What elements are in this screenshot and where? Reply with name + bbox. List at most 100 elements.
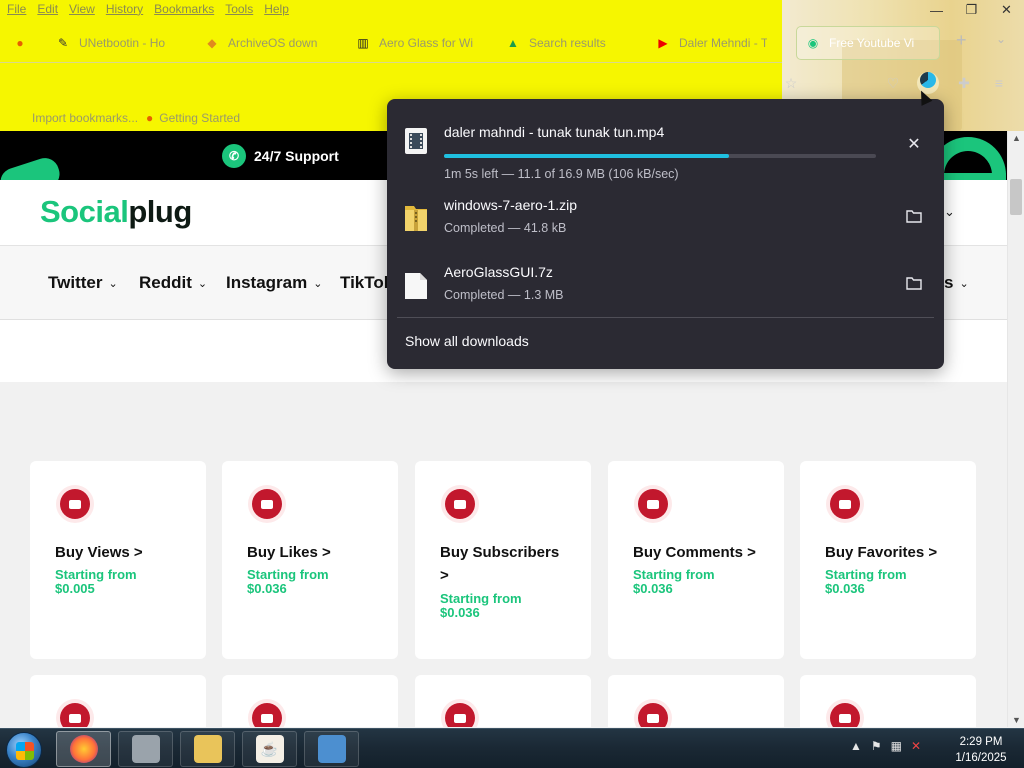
card-title: Buy Favorites > bbox=[825, 544, 938, 561]
download-filename: daler mahndi - tunak tunak tun.mp4 bbox=[444, 124, 665, 140]
nav-label: Instagram bbox=[226, 273, 308, 292]
progress-fill bbox=[444, 154, 730, 158]
bookmark-getting-started[interactable]: ● Getting Started bbox=[146, 111, 240, 125]
service-card-partial[interactable] bbox=[222, 675, 398, 727]
card-starting-label: Starting from bbox=[440, 591, 522, 606]
volume-muted-icon[interactable]: ✕ bbox=[911, 739, 921, 753]
start-button[interactable] bbox=[6, 732, 42, 768]
youtube-icon bbox=[830, 489, 860, 519]
menu-file[interactable]: File bbox=[7, 2, 26, 20]
show-all-downloads-button[interactable]: Show all downloads bbox=[405, 333, 529, 349]
page-scrollbar[interactable]: ▲ ▼ bbox=[1007, 131, 1024, 727]
download-item-mp4[interactable]: daler mahndi - tunak tunak tun.mp4 1m 5s… bbox=[387, 111, 944, 181]
download-progress-bar bbox=[444, 154, 876, 158]
taskbar-remote-desktop[interactable] bbox=[304, 731, 359, 767]
archiveos-icon: ◆ bbox=[207, 36, 217, 50]
card-title: Buy Comments > bbox=[633, 544, 756, 561]
folder-icon bbox=[906, 277, 922, 290]
card-price: $0.036 bbox=[247, 581, 287, 596]
pocket-icon[interactable]: ♡ bbox=[882, 72, 904, 94]
site-logo[interactable]: Socialplug bbox=[40, 194, 192, 230]
taskbar-java[interactable]: ☕ bbox=[242, 731, 297, 767]
java-icon: ☕ bbox=[255, 735, 284, 763]
downloads-panel: daler mahndi - tunak tunak tun.mp4 1m 5s… bbox=[387, 99, 944, 369]
service-card-favorites[interactable]: Buy Favorites > Starting from $0.036 bbox=[800, 461, 976, 659]
taskbar-firefox[interactable] bbox=[56, 731, 111, 767]
bookmark-label: Import bookmarks... bbox=[32, 111, 139, 125]
service-card-subscribers[interactable]: Buy Subscribers > Starting from $0.036 bbox=[415, 461, 591, 659]
extensions-icon[interactable]: ✚ bbox=[953, 72, 975, 94]
show-hidden-icons-icon[interactable]: ▲ bbox=[850, 739, 862, 753]
nav-label: Reddit bbox=[139, 273, 192, 292]
menu-bookmarks[interactable]: Bookmarks bbox=[154, 2, 214, 20]
clock-date: 1/16/2025 bbox=[955, 752, 1007, 764]
youtube-icon bbox=[60, 489, 90, 519]
scroll-down-arrow-icon[interactable]: ▼ bbox=[1012, 715, 1021, 725]
support-link[interactable]: ✆ 24/7 Support bbox=[222, 144, 339, 168]
download-progress-icon bbox=[920, 72, 936, 88]
menu-tools[interactable]: Tools bbox=[225, 2, 253, 20]
card-title: Buy Subscribers > bbox=[440, 544, 560, 584]
youtube-icon bbox=[638, 489, 668, 519]
download-item-zip[interactable]: windows-7-aero-1.zip Completed — 41.8 kB bbox=[387, 187, 944, 253]
download-status: 1m 5s left — 11.1 of 16.9 MB (106 kB/sec… bbox=[444, 167, 679, 181]
nav-twitter[interactable]: Twitter ⌄ bbox=[48, 273, 118, 293]
chevron-down-icon[interactable]: ⌄ bbox=[944, 204, 955, 220]
open-folder-button[interactable] bbox=[901, 270, 927, 296]
restore-button[interactable]: ❐ bbox=[954, 0, 989, 20]
hamburger-menu-icon[interactable]: ≡ bbox=[988, 72, 1010, 94]
tab-strip: ● ✎ UNetbootin - Ho ◆ ArchiveOS down ▥ A… bbox=[0, 26, 1024, 62]
nav-reddit[interactable]: Reddit ⌄ bbox=[139, 273, 207, 293]
service-card-partial[interactable] bbox=[608, 675, 784, 727]
card-starting-label: Starting from bbox=[633, 567, 715, 582]
nav-label: Twitter bbox=[48, 273, 103, 292]
google-drive-icon: ▲ bbox=[507, 36, 519, 50]
taskbar-scanner[interactable] bbox=[118, 731, 173, 767]
scroll-up-arrow-icon[interactable]: ▲ bbox=[1012, 133, 1021, 143]
open-folder-button[interactable] bbox=[901, 203, 927, 229]
card-starting-label: Starting from bbox=[825, 567, 907, 582]
scroll-thumb[interactable] bbox=[1010, 179, 1022, 215]
minimize-button[interactable]: — bbox=[919, 0, 954, 20]
nav-tiktok[interactable]: TikTok bbox=[340, 273, 393, 293]
menu-help[interactable]: Help bbox=[264, 2, 289, 20]
tab-unetbootin[interactable]: ✎ UNetbootin - Ho bbox=[55, 32, 173, 54]
window-controls: — ❐ ✕ bbox=[919, 0, 1024, 20]
service-card-partial[interactable] bbox=[800, 675, 976, 727]
service-card-views[interactable]: Buy Views > Starting from $0.005 bbox=[30, 461, 206, 659]
nav-more[interactable]: s ⌄ bbox=[944, 273, 969, 293]
tab-free-youtube-video[interactable]: ◉ Free Youtube Vi bbox=[796, 26, 940, 60]
scanner-icon bbox=[131, 735, 160, 763]
nav-label: TikTok bbox=[340, 273, 394, 292]
service-card-likes[interactable]: Buy Likes > Starting from $0.036 bbox=[222, 461, 398, 659]
list-all-tabs-button[interactable]: ⌄ bbox=[996, 32, 1006, 46]
bookmark-star-icon[interactable]: ☆ bbox=[780, 72, 802, 94]
nav-instagram[interactable]: Instagram ⌄ bbox=[226, 273, 322, 293]
card-starting-label: Starting from bbox=[55, 567, 137, 582]
tab-daler-mehndi[interactable]: ▶ Daler Mehndi - T bbox=[655, 32, 767, 54]
chevron-down-icon: ⌄ bbox=[959, 277, 969, 290]
system-clock[interactable]: 2:29 PM 1/16/2025 bbox=[950, 734, 1012, 766]
zip-folder-icon bbox=[405, 206, 427, 231]
cancel-download-button[interactable]: ✕ bbox=[901, 131, 927, 157]
new-tab-button[interactable]: + bbox=[956, 30, 967, 51]
download-item-7z[interactable]: AeroGlassGUI.7z Completed — 1.3 MB bbox=[387, 254, 944, 320]
service-card-partial[interactable] bbox=[415, 675, 591, 727]
menu-view[interactable]: View bbox=[69, 2, 95, 20]
youtube-icon bbox=[638, 703, 668, 727]
close-window-button[interactable]: ✕ bbox=[989, 0, 1024, 20]
network-icon[interactable]: ▦ bbox=[891, 739, 902, 753]
bookmark-import[interactable]: Import bookmarks... bbox=[32, 111, 138, 125]
tab-archiveos[interactable]: ◆ ArchiveOS down bbox=[204, 32, 322, 54]
menu-history[interactable]: History bbox=[106, 2, 143, 20]
tab-search-results[interactable]: ▲ Search results bbox=[505, 32, 623, 54]
toolbar-icons: ☆ ♡ ✚ ≡ bbox=[780, 72, 1024, 96]
tab-firefox[interactable]: ● bbox=[12, 32, 28, 54]
tab-aero-glass[interactable]: ▥ Aero Glass for Wi bbox=[355, 32, 473, 54]
action-center-flag-icon[interactable]: ⚑ bbox=[871, 739, 882, 753]
download-status: Completed — 41.8 kB bbox=[444, 221, 567, 235]
menu-edit[interactable]: Edit bbox=[37, 2, 58, 20]
service-card-partial[interactable] bbox=[30, 675, 206, 727]
service-card-comments[interactable]: Buy Comments > Starting from $0.036 bbox=[608, 461, 784, 659]
taskbar-file-explorer[interactable] bbox=[180, 731, 235, 767]
